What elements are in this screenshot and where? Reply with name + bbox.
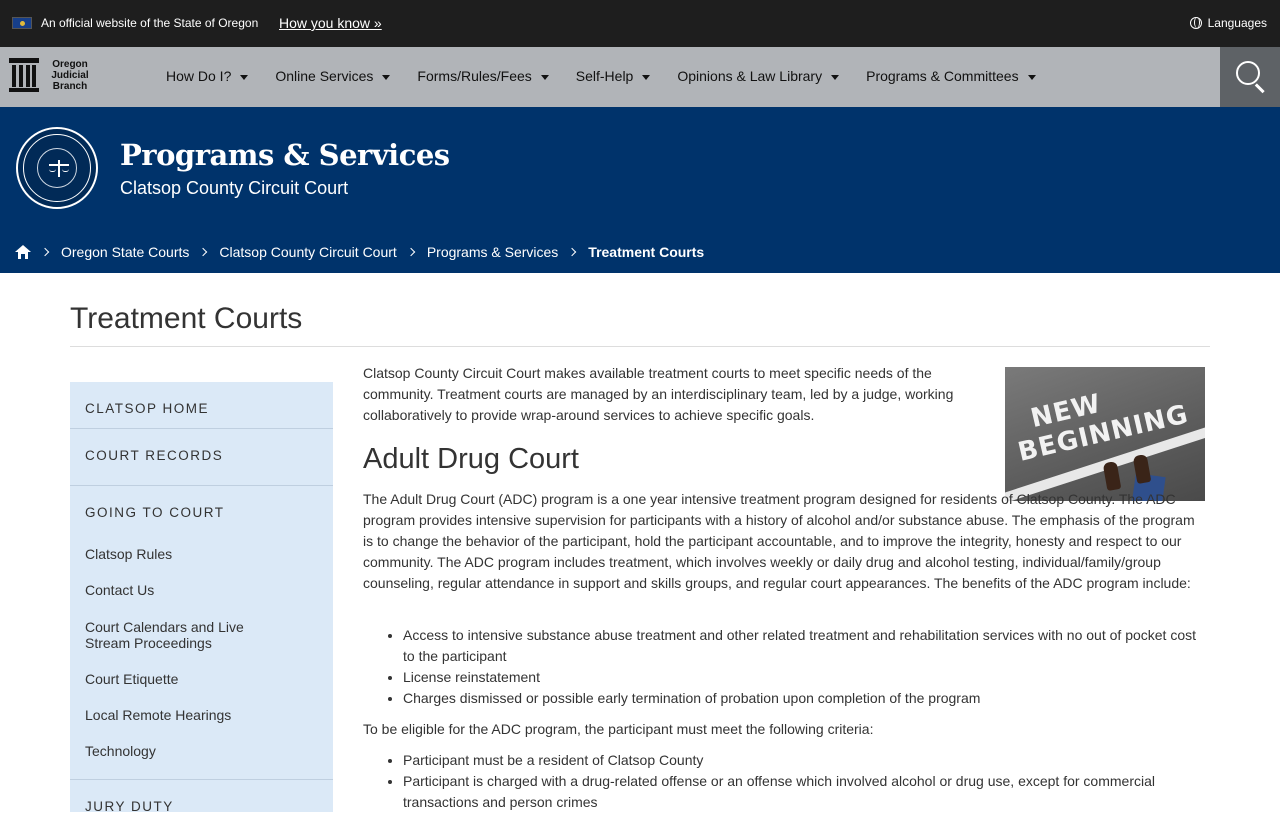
list-item: License reinstatement (403, 667, 1205, 688)
sidebar-item-jury-duty[interactable]: JURY DUTY (70, 799, 333, 812)
image-caption-text: NEW BEGINNING (1015, 388, 1192, 468)
sidebar-item-going-to-court[interactable]: GOING TO COURT (70, 505, 333, 521)
chevron-right-icon (40, 247, 50, 257)
benefits-list: Access to intensive substance abuse trea… (363, 625, 1205, 709)
judicial-department-seal (16, 127, 98, 209)
official-site-bar: An official website of the State of Oreg… (0, 0, 1280, 47)
nav-item-programs-committees[interactable]: Programs & Committees (866, 68, 1036, 84)
intro-paragraph: Clatsop County Circuit Court makes avail… (363, 365, 954, 423)
sidebar-link-technology[interactable]: Technology (70, 743, 333, 759)
nav-item-how-do-i[interactable]: How Do I? (166, 68, 249, 84)
caret-down-icon (382, 74, 391, 80)
caret-down-icon (1027, 74, 1036, 80)
breadcrumb-programs-services[interactable]: Programs & Services (427, 244, 558, 260)
home-icon[interactable] (15, 245, 31, 259)
breadcrumb-clatsop-county-circuit-court[interactable]: Clatsop County Circuit Court (219, 244, 396, 260)
sidebar-link-contact-us[interactable]: Contact Us (70, 582, 333, 598)
caret-down-icon (240, 74, 249, 80)
sidebar-item-court-records[interactable]: COURT RECORDS (70, 448, 333, 464)
search-icon (1236, 61, 1260, 85)
chevron-right-icon (406, 247, 416, 257)
list-item: Charges dismissed or possible early term… (403, 688, 1205, 709)
scales-of-justice-icon (49, 159, 69, 179)
breadcrumb-oregon-state-courts[interactable]: Oregon State Courts (61, 244, 189, 260)
caret-down-icon (642, 74, 651, 80)
sidebar-item-clatsop-home[interactable]: CLATSOP HOME (70, 401, 333, 417)
title-divider (70, 346, 1210, 347)
oregon-flag-icon (12, 17, 32, 29)
page-banner: Programs & Services Clatsop County Circu… (0, 107, 1280, 273)
list-item: Participant must be a resident of Clatso… (403, 750, 1205, 771)
page-title: Treatment Courts (70, 302, 303, 335)
nav-item-online-services[interactable]: Online Services (275, 68, 391, 84)
banner-subtitle: Clatsop County Circuit Court (120, 178, 349, 198)
breadcrumb-current: Treatment Courts (588, 244, 705, 260)
how-you-know-link[interactable]: How you know » (279, 15, 382, 31)
sidebar-link-clatsop-rules[interactable]: Clatsop Rules (70, 546, 333, 562)
courthouse-pillars-icon (9, 58, 39, 92)
criteria-list: Participant must be a resident of Clatso… (363, 750, 1205, 813)
caret-down-icon (831, 74, 840, 80)
banner-title: Programs & Services (120, 138, 450, 172)
breadcrumb: Oregon State Courts Clatsop County Circu… (15, 244, 704, 260)
globe-icon (1189, 17, 1202, 29)
languages-button[interactable]: Languages (1189, 16, 1267, 30)
sidebar-link-local-remote-hearings[interactable]: Local Remote Hearings (70, 707, 333, 723)
logo-text: Oregon Judicial Branch (51, 58, 89, 92)
list-item: Participant is charged with a drug-relat… (403, 771, 1205, 813)
nav-item-opinions-law-library[interactable]: Opinions & Law Library (677, 68, 840, 84)
list-item: Access to intensive substance abuse trea… (403, 625, 1205, 667)
new-beginning-image: NEW BEGINNING (1005, 367, 1205, 501)
adult-drug-court-heading: Adult Drug Court (363, 443, 579, 475)
sidebar-nav: CLATSOP HOME COURT RECORDS GOING TO COUR… (70, 382, 333, 812)
nav-menu: How Do I? Online Services Forms/Rules/Fe… (166, 68, 1063, 84)
sidebar-link-court-calendars[interactable]: Court Calendars and Live Stream Proceedi… (70, 619, 300, 651)
chevron-right-icon (568, 247, 577, 257)
search-button[interactable] (1220, 47, 1280, 107)
languages-label: Languages (1207, 16, 1267, 30)
adc-paragraph: The Adult Drug Court (ADC) program is a … (363, 491, 1195, 591)
nav-item-forms-rules-fees[interactable]: Forms/Rules/Fees (417, 68, 549, 84)
caret-down-icon (540, 74, 549, 80)
main-navigation: Oregon Judicial Branch How Do I? Online … (0, 47, 1280, 107)
nav-item-self-help[interactable]: Self-Help (576, 68, 651, 84)
sidebar-link-court-etiquette[interactable]: Court Etiquette (70, 671, 333, 687)
eligibility-intro: To be eligible for the ADC program, the … (363, 721, 874, 737)
chevron-right-icon (199, 247, 208, 257)
official-site-text: An official website of the State of Oreg… (41, 16, 259, 30)
ojd-logo[interactable]: Oregon Judicial Branch (9, 58, 93, 92)
